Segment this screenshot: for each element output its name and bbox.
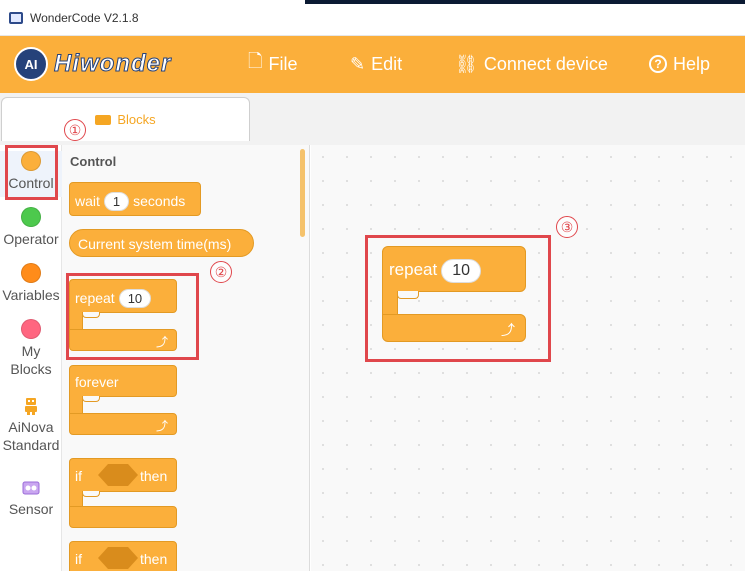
tab-bar: Blocks <box>0 93 745 145</box>
if-label: if <box>75 468 82 484</box>
blocks-icon <box>95 114 112 125</box>
tab-blocks[interactable]: Blocks <box>1 97 250 141</box>
pencil-icon: ✎ <box>350 53 366 74</box>
category-ainova-label-2: Standard <box>2 437 60 453</box>
menu-file[interactable]: 🗋 File <box>248 51 298 76</box>
menu-bar: AI Hiwonder 🗋 File ✎ Edit ⛓ Connect devi… <box>0 36 745 93</box>
if-condition-slot[interactable] <box>98 464 138 486</box>
wait-seconds-block[interactable]: wait 1 seconds <box>69 182 201 216</box>
if-block-arm <box>69 491 83 507</box>
menu-file-label: File <box>268 53 298 74</box>
forever-block-arm <box>69 396 83 414</box>
link-icon: ⛓ <box>455 53 478 74</box>
app-icon <box>9 12 23 24</box>
category-sensor[interactable]: Sensor <box>0 479 62 517</box>
category-my-blocks-label-2: Blocks <box>10 361 52 377</box>
wait-seconds-input[interactable]: 1 <box>103 192 130 211</box>
highlight-workspace-repeat <box>365 235 551 362</box>
category-variables-label: Variables <box>2 287 60 303</box>
marker-step-1: ① <box>64 119 86 141</box>
highlight-control-category <box>5 145 58 200</box>
category-ainova-label-1: AiNova <box>8 419 54 435</box>
menu-edit-label: Edit <box>371 53 403 74</box>
category-sidebar: Control Operator Variables My Blocks AiN… <box>0 145 62 571</box>
if-condition-slot-2[interactable] <box>98 547 138 569</box>
if-then-block[interactable]: if then <box>69 458 177 492</box>
category-my-blocks[interactable]: My Blocks <box>0 319 62 377</box>
marker-step-3: ③ <box>556 216 578 238</box>
if-block-notch <box>82 491 100 497</box>
background-window-strip <box>305 0 745 4</box>
hiwonder-logo: AI Hiwonder <box>14 47 171 81</box>
palette-section-title: Control <box>70 154 117 169</box>
palette-scrollbar[interactable] <box>300 149 305 237</box>
sensor-icon <box>22 479 40 497</box>
file-icon: 🗋 <box>248 51 263 71</box>
tab-blocks-label: Blocks <box>117 112 156 127</box>
category-operator[interactable]: Operator <box>0 207 62 247</box>
then-label: then <box>140 468 168 484</box>
category-my-blocks-label-1: My <box>21 343 41 359</box>
category-ainova-standard[interactable]: AiNova Standard <box>0 397 62 453</box>
forever-block-bottom: ⤴ <box>69 413 177 435</box>
help-icon: ? <box>649 55 667 73</box>
robot-logo-icon: AI <box>14 47 48 81</box>
current-system-time-label: Current system time(ms) <box>78 236 232 252</box>
operator-color-dot <box>21 207 41 227</box>
category-variables[interactable]: Variables <box>0 263 62 303</box>
menu-help-label: Help <box>673 53 711 74</box>
menu-connect-label: Connect device <box>483 53 608 74</box>
highlight-palette-repeat <box>66 273 199 360</box>
menu-connect-device[interactable]: ⛓ Connect device <box>455 52 608 76</box>
wait-label: wait <box>75 193 100 209</box>
category-operator-label: Operator <box>3 231 59 247</box>
variables-color-dot <box>21 263 41 283</box>
if-block-bottom <box>69 506 177 528</box>
seconds-label: seconds <box>133 193 186 209</box>
forever-loop-arrow-icon: ⤴ <box>155 419 168 433</box>
category-sensor-label: Sensor <box>8 501 54 517</box>
title-bar: WonderCode V2.1.8 <box>0 0 745 36</box>
forever-block[interactable]: forever <box>69 365 177 397</box>
if-label-2: if <box>75 551 82 567</box>
robot-icon <box>22 397 40 415</box>
then-label-2: then <box>140 551 168 567</box>
brand-name: Hiwonder <box>53 50 172 78</box>
menu-help[interactable]: ? Help <box>649 52 710 76</box>
forever-block-notch <box>82 396 100 402</box>
menu-edit[interactable]: ✎ Edit <box>350 52 402 76</box>
marker-step-2: ② <box>210 261 232 283</box>
current-system-time-block[interactable]: Current system time(ms) <box>69 229 254 257</box>
window-title: WonderCode V2.1.8 <box>30 11 139 25</box>
if-then-block-2[interactable]: if then <box>69 541 177 571</box>
forever-label: forever <box>75 374 119 390</box>
my-blocks-color-dot <box>21 319 41 339</box>
